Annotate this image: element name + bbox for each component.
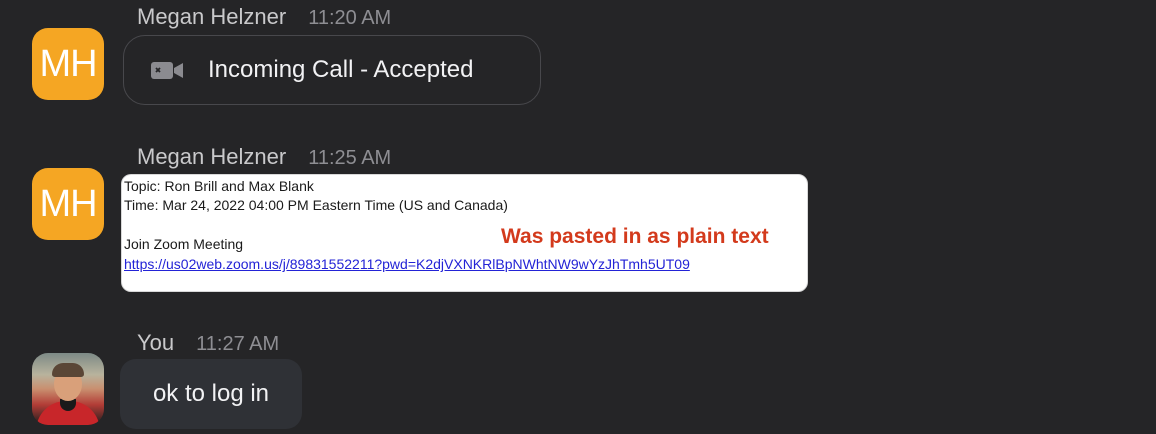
message-text: ok to log in [152,380,270,407]
sender-name[interactable]: You [137,330,174,356]
message-timestamp: 11:27 AM [196,333,280,355]
message-header: Megan Helzner 11:20 AM [137,4,391,30]
pasted-image-message[interactable]: Topic: Ron Brill and Max Blank Time: Mar… [121,174,808,292]
avatar[interactable]: MH [32,28,104,100]
message-timestamp: 11:25 AM [308,147,392,169]
meeting-time: Time: Mar 24, 2022 04:00 PM Eastern Time… [124,197,508,213]
message-header: You 11:27 AM [137,330,279,356]
video-camera-icon [151,62,183,79]
annotation-note: Was pasted in as plain text [501,225,769,248]
avatar-hair [52,363,84,377]
join-meeting-text: Join Zoom Meeting [124,236,244,252]
call-status-label: Incoming Call - Accepted [208,56,474,83]
avatar-initials: MH [39,182,97,225]
avatar[interactable]: MH [32,168,104,240]
sender-name[interactable]: Megan Helzner [137,144,286,170]
message-timestamp: 11:20 AM [308,7,392,29]
avatar-initials: MH [39,42,97,85]
text-message-bubble[interactable]: ok to log in [120,359,302,429]
meeting-topic: Topic: Ron Brill and Max Blank [124,178,314,194]
chat-thread: Megan Helzner 11:20 AM MH Incoming Call … [0,0,1156,434]
user-photo-avatar[interactable] [32,353,104,425]
message-header: Megan Helzner 11:25 AM [137,144,391,170]
sender-name[interactable]: Megan Helzner [137,4,286,30]
zoom-meeting-link[interactable]: https://us02web.zoom.us/j/89831552211?pw… [124,256,690,272]
call-event-bubble[interactable]: Incoming Call - Accepted [123,35,541,105]
